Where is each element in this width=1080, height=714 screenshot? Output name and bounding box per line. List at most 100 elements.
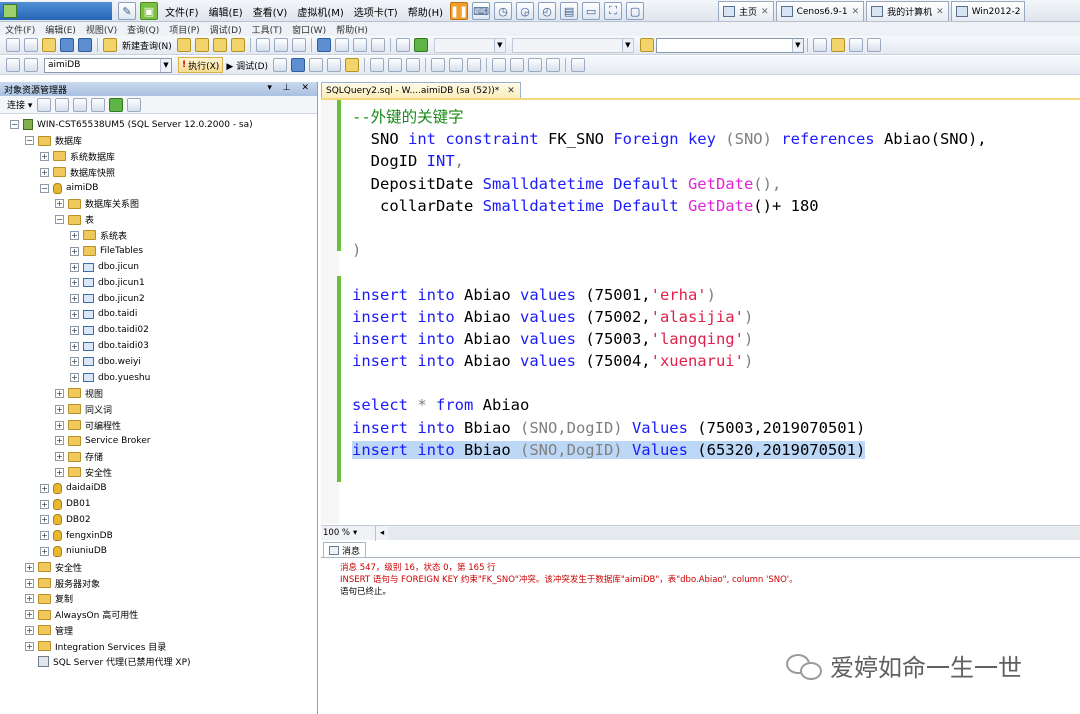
solution-config-combo[interactable]: ▼ [433, 37, 506, 53]
expand-icon[interactable]: + [40, 499, 49, 509]
menu-debug[interactable]: 调试(D) [205, 23, 247, 36]
close-icon[interactable]: ✕ [761, 7, 769, 17]
tree-node[interactable]: + 复制 [0, 591, 317, 607]
tree-node[interactable]: + dbo.weiyi [0, 354, 317, 370]
tree-node[interactable]: + 系统数据库 [0, 149, 317, 165]
tree-node[interactable]: + daidaiDB [0, 480, 317, 496]
navigate-back-icon[interactable] [352, 38, 367, 52]
paste-icon[interactable] [291, 38, 306, 52]
sql-code[interactable]: --外键的关键字 SNO int constraint FK_SNO Forei… [352, 106, 987, 461]
tree-node[interactable]: − 数据库 [0, 133, 317, 149]
specify-template-icon[interactable] [571, 58, 586, 72]
find-icon[interactable] [370, 38, 385, 52]
pause-icon[interactable]: ❚❚ [450, 2, 468, 20]
increase-indent-icon[interactable] [546, 58, 561, 72]
db-engine-query-icon[interactable] [176, 38, 191, 52]
filter-icon[interactable] [91, 97, 106, 112]
expand-icon[interactable]: + [40, 531, 49, 541]
save-all-icon[interactable] [78, 38, 92, 52]
snapshot-manager-icon[interactable]: ◴ [538, 2, 557, 20]
tree-node[interactable]: + Service Broker [0, 433, 317, 449]
close-icon[interactable]: ✕ [852, 7, 860, 17]
collapse-icon[interactable]: − [40, 183, 49, 193]
expand-icon[interactable]: + [25, 578, 34, 588]
tree-node[interactable]: − 表 [0, 212, 317, 228]
uncomment-icon[interactable] [510, 58, 525, 72]
decrease-indent-icon[interactable] [528, 58, 543, 72]
snapshot-restore-icon[interactable]: ◶ [516, 2, 535, 20]
expand-icon[interactable]: + [40, 151, 49, 161]
vm-menu-help[interactable]: 帮助(H) [403, 4, 448, 19]
expand-icon[interactable]: + [70, 246, 79, 256]
horizontal-scrollbar[interactable] [388, 526, 1080, 540]
expand-icon[interactable]: + [55, 420, 64, 430]
snapshot-icon[interactable]: ◷ [494, 2, 513, 20]
menu-query[interactable]: 查询(Q) [122, 23, 164, 36]
send-keys-icon[interactable]: ⌨ [472, 2, 491, 20]
debug-target-icon[interactable] [395, 38, 410, 52]
tree-node[interactable]: + dbo.taidi [0, 307, 317, 323]
specify-values-icon[interactable] [467, 58, 482, 72]
vm-tab-centos[interactable]: Cenos6.9-1 ✕ [775, 1, 865, 21]
tree-node[interactable]: + fengxinDB [0, 528, 317, 544]
view-thumbnail-icon[interactable]: ▭ [582, 2, 601, 20]
connect-icon[interactable] [6, 58, 20, 72]
tree-node[interactable]: + 存储 [0, 449, 317, 465]
tree-node[interactable]: + AlwaysOn 高可用性 [0, 607, 317, 623]
menu-project[interactable]: 项目(P) [164, 23, 204, 36]
solution-platform-combo[interactable]: ▼ [511, 37, 634, 53]
redo-icon[interactable] [334, 38, 349, 52]
vm-tab-home[interactable]: 主页 ✕ [718, 1, 774, 21]
menu-tools[interactable]: 工具(T) [247, 23, 288, 36]
scroll-left-icon[interactable]: ◂ [376, 528, 388, 538]
expand-icon[interactable]: + [70, 262, 79, 272]
tree-node[interactable]: + 管理 [0, 623, 317, 639]
vm-menu-edit[interactable]: 编辑(E) [204, 4, 248, 19]
menu-help[interactable]: 帮助(H) [331, 23, 373, 36]
execute-button[interactable]: ! 执行(X) [178, 57, 224, 73]
save-icon[interactable] [60, 38, 74, 52]
expand-icon[interactable]: + [55, 199, 64, 209]
tree-node[interactable]: + 数据库关系图 [0, 196, 317, 212]
vm-menu-vm[interactable]: 虚拟机(M) [292, 4, 348, 19]
tools-icon[interactable] [848, 38, 863, 52]
tree-node[interactable]: + DB01 [0, 496, 317, 512]
expand-icon[interactable]: + [40, 515, 49, 525]
cancel-query-icon[interactable] [273, 58, 288, 72]
vm-running-icon[interactable]: ▣ [140, 2, 158, 20]
close-icon[interactable]: ✕ [507, 86, 515, 96]
expand-icon[interactable]: + [55, 388, 64, 398]
expand-icon[interactable]: + [40, 167, 49, 177]
messages-tab[interactable]: 消息 [323, 542, 367, 558]
activity-monitor-icon[interactable] [127, 97, 142, 112]
stop-icon[interactable] [73, 97, 88, 112]
query-document-tab[interactable]: SQLQuery2.sql - W....aimiDB (sa (52))* ✕ [321, 82, 521, 99]
expand-icon[interactable]: + [70, 341, 79, 351]
expand-icon[interactable]: + [70, 230, 79, 240]
expand-icon[interactable]: + [70, 357, 79, 367]
panel-controls[interactable]: ▾ ⊥ ✕ [267, 83, 313, 93]
vm-tab-win2012[interactable]: Win2012-2 [950, 1, 1026, 21]
tree-node[interactable]: + 视图 [0, 386, 317, 402]
parse-icon[interactable] [291, 58, 306, 72]
copy-icon[interactable] [273, 38, 288, 52]
expand-icon[interactable]: + [70, 278, 79, 288]
new-project-icon[interactable] [6, 38, 20, 52]
tree-node[interactable]: + dbo.jicun [0, 259, 317, 275]
tree-node[interactable]: + 数据库快照 [0, 164, 317, 180]
object-explorer-icon[interactable] [830, 38, 845, 52]
find-in-files-icon[interactable] [639, 38, 654, 52]
vm-tab-my-computer[interactable]: 我的计算机 ✕ [866, 1, 949, 21]
tree-node[interactable]: + dbo.taidi03 [0, 338, 317, 354]
tree-node[interactable]: + dbo.taidi02 [0, 322, 317, 338]
collapse-icon[interactable]: − [55, 215, 64, 225]
expand-icon[interactable]: + [25, 610, 34, 620]
vm-menu-tabs[interactable]: 选项卡(T) [349, 4, 403, 19]
expand-icon[interactable]: + [70, 294, 79, 304]
find-combo[interactable]: ▼ [655, 37, 804, 53]
expand-icon[interactable]: + [25, 625, 34, 635]
expand-icon[interactable]: + [55, 404, 64, 414]
results-to-file-icon[interactable] [406, 58, 421, 72]
menu-window[interactable]: 窗口(W) [287, 23, 331, 36]
window-layout-icon[interactable] [866, 38, 881, 52]
